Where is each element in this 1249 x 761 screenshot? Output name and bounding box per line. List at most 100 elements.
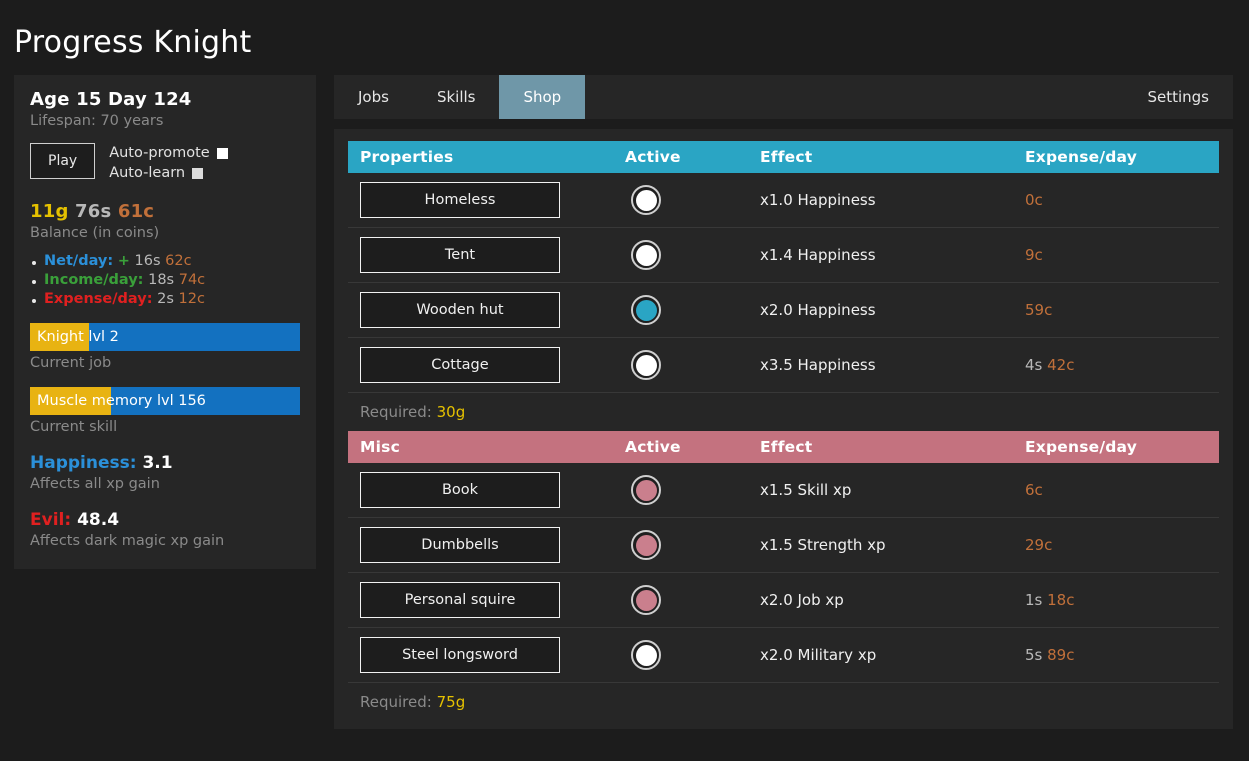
current-job-sublabel: Current job bbox=[30, 355, 300, 371]
property-active-cell bbox=[613, 283, 748, 338]
expense-label: Expense/day: bbox=[44, 291, 153, 307]
properties-required-value: 30g bbox=[437, 403, 466, 421]
tab-shop[interactable]: Shop bbox=[499, 75, 585, 119]
table-row: Personal squire x2.0 Job xp 1s 18c bbox=[348, 573, 1219, 628]
properties-header-name: Properties bbox=[348, 141, 613, 173]
misc-effect-personal-squire: x2.0 Job xp bbox=[748, 573, 1013, 628]
expense-per-day-row: Expense/day: 2s 12c bbox=[30, 291, 300, 307]
income-per-day-row: Income/day: 18s 74c bbox=[30, 272, 300, 288]
expense-copper-part: 0c bbox=[1025, 191, 1043, 209]
property-effect-cottage: x3.5 Happiness bbox=[748, 338, 1013, 393]
property-radio-tent[interactable] bbox=[631, 240, 661, 270]
play-button[interactable]: Play bbox=[30, 143, 95, 179]
misc-header-active: Active bbox=[613, 431, 748, 463]
properties-body: Homeless x1.0 Happiness 0c Ten bbox=[348, 173, 1219, 393]
radio-dot-selected bbox=[636, 590, 657, 611]
misc-header-expense: Expense/day bbox=[1013, 431, 1219, 463]
expense-silver-part: 4s bbox=[1025, 356, 1042, 374]
auto-learn-row[interactable]: Auto-learn bbox=[109, 165, 228, 181]
misc-button-dumbbells[interactable]: Dumbbells bbox=[360, 527, 560, 563]
table-row: Dumbbells x1.5 Strength xp 29c bbox=[348, 518, 1219, 573]
properties-header-effect: Effect bbox=[748, 141, 1013, 173]
misc-radio-personal-squire[interactable] bbox=[631, 585, 661, 615]
property-radio-cottage[interactable] bbox=[631, 350, 661, 380]
property-expense-cottage: 4s 42c bbox=[1013, 338, 1219, 393]
misc-radio-dumbbells[interactable] bbox=[631, 530, 661, 560]
tab-jobs[interactable]: Jobs bbox=[334, 75, 413, 119]
misc-active-cell bbox=[613, 628, 748, 683]
property-button-homeless[interactable]: Homeless bbox=[360, 182, 560, 218]
balance-silver: 76s bbox=[75, 201, 111, 222]
auto-learn-checkbox[interactable] bbox=[192, 168, 203, 179]
current-job-label: Knight lvl 2 bbox=[30, 323, 300, 351]
property-radio-wooden-hut[interactable] bbox=[631, 295, 661, 325]
misc-required-label: Required: bbox=[360, 693, 432, 711]
misc-name-cell: Personal squire bbox=[348, 573, 613, 628]
property-radio-homeless[interactable] bbox=[631, 185, 661, 215]
expense-copper-part: 18c bbox=[1047, 591, 1074, 609]
misc-effect-book: x1.5 Skill xp bbox=[748, 463, 1013, 518]
current-skill-bar-wrap: Muscle memory lvl 156 Current skill bbox=[30, 387, 300, 435]
property-name-cell: Wooden hut bbox=[348, 283, 613, 338]
auto-options: Auto-promote Auto-learn bbox=[109, 143, 228, 185]
misc-required-value: 75g bbox=[437, 693, 466, 711]
property-expense-wooden-hut: 59c bbox=[1013, 283, 1219, 338]
income-copper: 74c bbox=[179, 272, 205, 288]
misc-name-cell: Steel longsword bbox=[348, 628, 613, 683]
happiness-sublabel: Affects all xp gain bbox=[30, 476, 300, 492]
net-copper: 62c bbox=[165, 253, 191, 269]
property-active-cell bbox=[613, 228, 748, 283]
net-label: Net/day: bbox=[44, 253, 113, 269]
misc-header-name: Misc bbox=[348, 431, 613, 463]
misc-radio-book[interactable] bbox=[631, 475, 661, 505]
misc-expense-dumbbells: 29c bbox=[1013, 518, 1219, 573]
misc-effect-steel-longsword: x2.0 Military xp bbox=[748, 628, 1013, 683]
evil-value: 48.4 bbox=[77, 510, 119, 530]
misc-radio-steel-longsword[interactable] bbox=[631, 640, 661, 670]
table-row: Cottage x3.5 Happiness 4s 42c bbox=[348, 338, 1219, 393]
misc-button-personal-squire[interactable]: Personal squire bbox=[360, 582, 560, 618]
balance-label: Balance (in coins) bbox=[30, 225, 300, 241]
auto-promote-row[interactable]: Auto-promote bbox=[109, 145, 228, 161]
radio-dot bbox=[636, 245, 657, 266]
expense-copper-part: 59c bbox=[1025, 301, 1052, 319]
expense-copper-part: 29c bbox=[1025, 536, 1052, 554]
property-button-tent[interactable]: Tent bbox=[360, 237, 560, 273]
property-button-wooden-hut[interactable]: Wooden hut bbox=[360, 292, 560, 328]
tab-spacer bbox=[585, 75, 1123, 119]
misc-active-cell bbox=[613, 463, 748, 518]
expense-silver: 2s bbox=[157, 291, 174, 307]
property-effect-tent: x1.4 Happiness bbox=[748, 228, 1013, 283]
current-job-progress-bar[interactable]: Knight lvl 2 bbox=[30, 323, 300, 351]
property-button-cottage[interactable]: Cottage bbox=[360, 347, 560, 383]
auto-learn-label: Auto-learn bbox=[109, 165, 185, 181]
happiness-stat: Happiness: 3.1 Affects all xp gain bbox=[30, 453, 300, 492]
current-skill-progress-bar[interactable]: Muscle memory lvl 156 bbox=[30, 387, 300, 415]
balance-gold: 11g bbox=[30, 201, 69, 222]
tab-settings[interactable]: Settings bbox=[1123, 75, 1233, 119]
misc-button-steel-longsword[interactable]: Steel longsword bbox=[360, 637, 560, 673]
net-silver: 16s bbox=[135, 253, 161, 269]
properties-header-row: Properties Active Effect Expense/day bbox=[348, 141, 1219, 173]
misc-expense-book: 6c bbox=[1013, 463, 1219, 518]
balance-copper: 61c bbox=[118, 201, 154, 222]
table-row: Tent x1.4 Happiness 9c bbox=[348, 228, 1219, 283]
misc-required: Required: 75g bbox=[348, 683, 1219, 713]
misc-active-cell bbox=[613, 518, 748, 573]
property-name-cell: Homeless bbox=[348, 173, 613, 228]
expense-copper-part: 6c bbox=[1025, 481, 1043, 499]
properties-table: Properties Active Effect Expense/day Hom… bbox=[348, 141, 1219, 393]
table-row: Steel longsword x2.0 Military xp 5s 89c bbox=[348, 628, 1219, 683]
expense-silver-part: 5s bbox=[1025, 646, 1042, 664]
expense-silver-part: 1s bbox=[1025, 591, 1042, 609]
auto-promote-checkbox[interactable] bbox=[217, 148, 228, 159]
expense-copper: 12c bbox=[179, 291, 205, 307]
expense-copper-part: 42c bbox=[1047, 356, 1074, 374]
properties-required: Required: 30g bbox=[348, 393, 1219, 423]
income-silver: 18s bbox=[148, 272, 174, 288]
age-display: Age 15 Day 124 bbox=[30, 89, 300, 110]
tab-skills[interactable]: Skills bbox=[413, 75, 500, 119]
current-job-bar-wrap: Knight lvl 2 Current job bbox=[30, 323, 300, 371]
misc-button-book[interactable]: Book bbox=[360, 472, 560, 508]
radio-dot-selected bbox=[636, 300, 657, 321]
